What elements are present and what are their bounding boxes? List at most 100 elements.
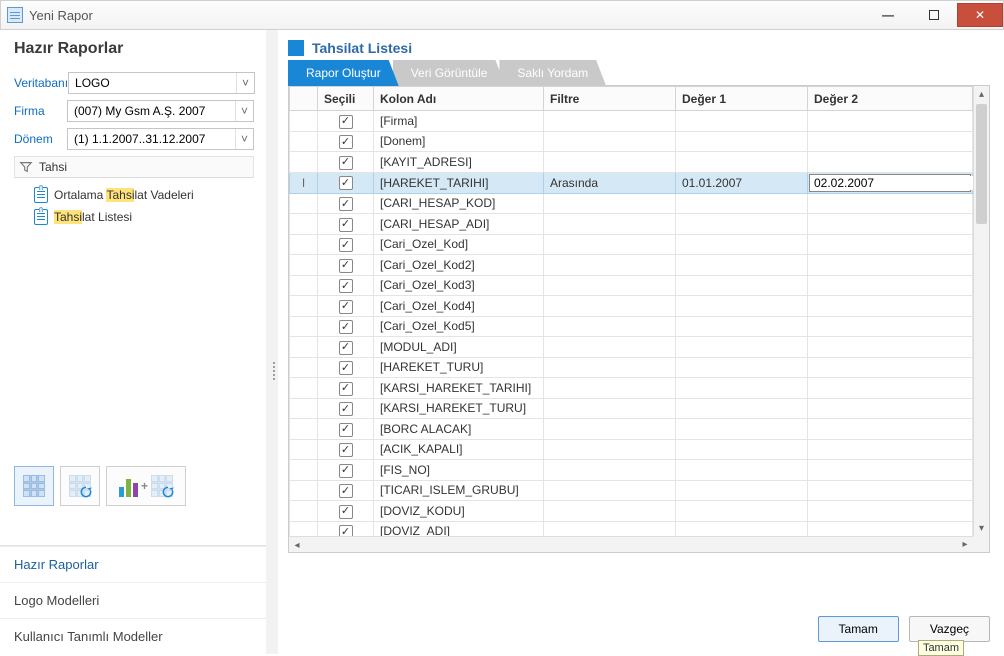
cell-selected[interactable] bbox=[318, 357, 374, 378]
cell-colname[interactable]: [FIS_NO] bbox=[374, 460, 544, 481]
tab-proc[interactable]: Saklı Yordam bbox=[499, 60, 606, 86]
cell-selected[interactable] bbox=[318, 337, 374, 358]
cell-value2[interactable] bbox=[808, 337, 973, 358]
table-row[interactable]: [Cari_Ozel_Kod] bbox=[290, 234, 973, 255]
checkbox-icon[interactable] bbox=[339, 443, 353, 457]
col-value2[interactable]: Değer 2 bbox=[808, 87, 973, 111]
chevron-down-icon[interactable]: ˅ bbox=[235, 129, 253, 149]
col-filter[interactable]: Filtre bbox=[544, 87, 676, 111]
cell-value2[interactable] bbox=[808, 255, 973, 276]
checkbox-icon[interactable] bbox=[339, 259, 353, 273]
nav-user-models[interactable]: Kullanıcı Tanımlı Modeller bbox=[0, 618, 266, 654]
tab-create[interactable]: Rapor Oluştur bbox=[288, 60, 399, 86]
table-row[interactable]: [TICARI_ISLEM_GRUBU] bbox=[290, 480, 973, 501]
cell-value1[interactable] bbox=[676, 501, 808, 522]
minimize-button[interactable]: — bbox=[865, 3, 911, 27]
cell-colname[interactable]: [Cari_Ozel_Kod] bbox=[374, 234, 544, 255]
checkbox-icon[interactable] bbox=[339, 300, 353, 314]
checkbox-icon[interactable] bbox=[339, 115, 353, 129]
refresh-grid-button[interactable] bbox=[60, 466, 100, 506]
scroll-up-icon[interactable]: ▴ bbox=[974, 86, 989, 102]
checkbox-icon[interactable] bbox=[339, 382, 353, 396]
cell-value2[interactable] bbox=[808, 111, 973, 132]
cell-value2[interactable] bbox=[808, 480, 973, 501]
chevron-down-icon[interactable]: ˅ bbox=[235, 101, 253, 121]
cell-selected[interactable] bbox=[318, 255, 374, 276]
cell-value2[interactable] bbox=[808, 378, 973, 399]
checkbox-icon[interactable] bbox=[339, 505, 353, 519]
cell-colname[interactable]: [Cari_Ozel_Kod4] bbox=[374, 296, 544, 317]
cell-value1[interactable] bbox=[676, 316, 808, 337]
table-row[interactable]: [Cari_Ozel_Kod2] bbox=[290, 255, 973, 276]
cell-colname[interactable]: [CARI_HESAP_KOD] bbox=[374, 193, 544, 214]
checkbox-icon[interactable] bbox=[339, 320, 353, 334]
cell-filter[interactable] bbox=[544, 193, 676, 214]
cell-value2[interactable] bbox=[808, 152, 973, 173]
checkbox-icon[interactable] bbox=[339, 218, 353, 232]
tree-item[interactable]: Tahsilat Listesi bbox=[34, 206, 254, 228]
cell-selected[interactable] bbox=[318, 111, 374, 132]
checkbox-icon[interactable] bbox=[339, 484, 353, 498]
cell-filter[interactable] bbox=[544, 521, 676, 536]
table-row[interactable]: [Cari_Ozel_Kod5] bbox=[290, 316, 973, 337]
cell-filter[interactable] bbox=[544, 275, 676, 296]
table-row[interactable]: [Donem] bbox=[290, 131, 973, 152]
cell-value1[interactable] bbox=[676, 357, 808, 378]
cell-value1[interactable] bbox=[676, 214, 808, 235]
cell-value2[interactable] bbox=[808, 214, 973, 235]
cell-value1[interactable]: 01.01.2007 bbox=[676, 172, 808, 193]
cell-selected[interactable] bbox=[318, 439, 374, 460]
cell-value2[interactable] bbox=[808, 439, 973, 460]
cell-colname[interactable]: [HAREKET_TARIHI] bbox=[374, 172, 544, 193]
cell-selected[interactable] bbox=[318, 521, 374, 536]
checkbox-icon[interactable] bbox=[339, 176, 353, 190]
checkbox-icon[interactable] bbox=[339, 156, 353, 170]
scroll-right-icon[interactable]: ▸ bbox=[957, 537, 973, 552]
cell-filter[interactable] bbox=[544, 357, 676, 378]
cell-selected[interactable] bbox=[318, 131, 374, 152]
cell-colname[interactable]: [Donem] bbox=[374, 131, 544, 152]
cell-value1[interactable] bbox=[676, 111, 808, 132]
cell-colname[interactable]: [KARSI_HAREKET_TARIHI] bbox=[374, 378, 544, 399]
cell-colname[interactable]: [DOVIZ_ADI] bbox=[374, 521, 544, 536]
tab-view[interactable]: Veri Görüntüle bbox=[393, 60, 506, 86]
cell-selected[interactable] bbox=[318, 398, 374, 419]
checkbox-icon[interactable] bbox=[339, 402, 353, 416]
cell-colname[interactable]: [Cari_Ozel_Kod2] bbox=[374, 255, 544, 276]
cell-colname[interactable]: [Cari_Ozel_Kod5] bbox=[374, 316, 544, 337]
cell-value2[interactable] bbox=[808, 419, 973, 440]
filter-row[interactable]: Tahsi bbox=[14, 156, 254, 178]
cell-colname[interactable]: [HAREKET_TURU] bbox=[374, 357, 544, 378]
cell-value2[interactable] bbox=[808, 296, 973, 317]
cell-colname[interactable]: [Cari_Ozel_Kod3] bbox=[374, 275, 544, 296]
cell-filter[interactable] bbox=[544, 111, 676, 132]
cell-colname[interactable]: [BORC ALACAK] bbox=[374, 419, 544, 440]
cell-value1[interactable] bbox=[676, 521, 808, 536]
cell-value2[interactable] bbox=[808, 460, 973, 481]
checkbox-icon[interactable] bbox=[339, 423, 353, 437]
cell-colname[interactable]: [CARI_HESAP_ADI] bbox=[374, 214, 544, 235]
cell-value2[interactable] bbox=[808, 275, 973, 296]
cell-selected[interactable] bbox=[318, 378, 374, 399]
cell-value1[interactable] bbox=[676, 480, 808, 501]
cell-value2[interactable] bbox=[808, 316, 973, 337]
chart-refresh-button[interactable]: + bbox=[106, 466, 186, 506]
cell-value2[interactable] bbox=[808, 234, 973, 255]
checkbox-icon[interactable] bbox=[339, 525, 353, 536]
close-button[interactable]: ✕ bbox=[957, 3, 1003, 27]
cell-colname[interactable]: [MODUL_ADI] bbox=[374, 337, 544, 358]
db-input[interactable] bbox=[69, 76, 236, 90]
checkbox-icon[interactable] bbox=[339, 464, 353, 478]
cell-colname[interactable]: [ACIK_KAPALI] bbox=[374, 439, 544, 460]
table-row[interactable]: [CARI_HESAP_KOD] bbox=[290, 193, 973, 214]
cell-value1[interactable] bbox=[676, 398, 808, 419]
cell-selected[interactable] bbox=[318, 234, 374, 255]
cell-value2[interactable] bbox=[808, 131, 973, 152]
table-row[interactable]: [ACIK_KAPALI] bbox=[290, 439, 973, 460]
cell-value1[interactable] bbox=[676, 131, 808, 152]
table-row[interactable]: [KAYIT_ADRESI] bbox=[290, 152, 973, 173]
scrollbar-thumb[interactable] bbox=[976, 104, 987, 224]
maximize-button[interactable] bbox=[911, 3, 957, 27]
nav-logo-models[interactable]: Logo Modelleri bbox=[0, 582, 266, 618]
period-combo[interactable]: ˅ bbox=[67, 128, 254, 150]
